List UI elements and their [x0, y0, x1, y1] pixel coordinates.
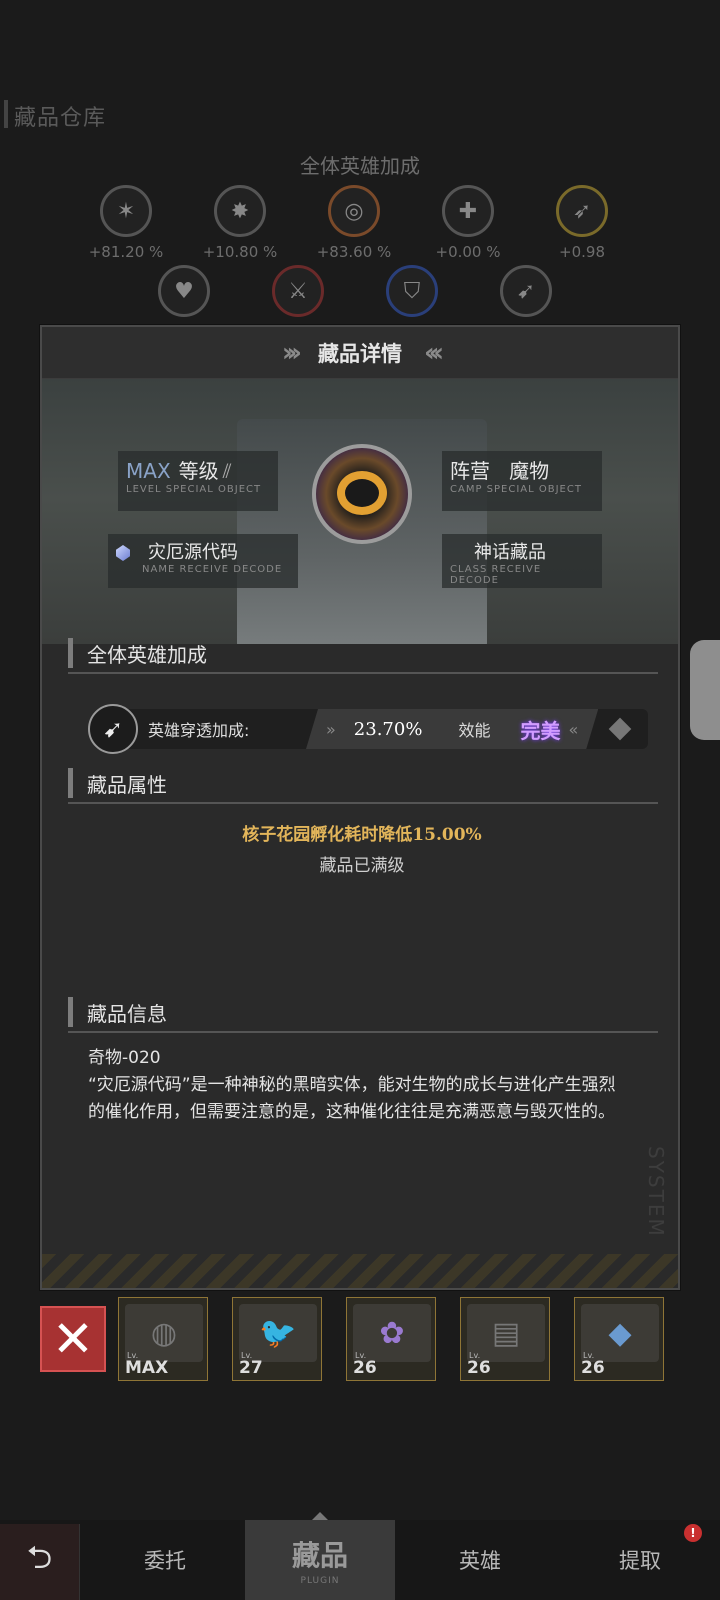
item-level: 27: [239, 1358, 263, 1378]
item-class: 神话藏品: [474, 542, 546, 563]
name-sub: NAME RECEIVE DECODE: [142, 564, 283, 575]
bonus-stat[interactable]: ◎ +83.60 %: [304, 185, 404, 261]
item-level: 26: [467, 1358, 491, 1378]
chevron-right-icon: ›››: [281, 337, 302, 368]
item-level: 26: [353, 1358, 377, 1378]
double-arrow-left-icon: «: [568, 719, 579, 739]
bonus-stat[interactable]: ➹: [476, 265, 576, 317]
item-name: 灾厄源代码: [148, 542, 238, 563]
target-icon: ◎: [328, 185, 380, 237]
efficacy-label: 效能: [458, 721, 491, 740]
faction-value: 魔物: [509, 459, 550, 483]
faction-panel: 阵营 魔物 CAMP SPECIAL OBJECT: [442, 451, 602, 511]
item-showcase: MAX 等级 ⫽ LEVEL SPECIAL OBJECT 阵营 魔物 CAMP S…: [42, 379, 678, 644]
attribute-effect: 核子花园孵化耗时降低15.00%: [242, 825, 482, 845]
pierce-icon: ➹: [88, 704, 138, 754]
level-tag: MAX: [126, 459, 171, 483]
bottom-nav: ⮌ 委托 藏品 PLUGIN 英雄 提取: [0, 1512, 720, 1600]
close-button[interactable]: ✕: [40, 1306, 106, 1372]
section-heading-attr: 藏品属性: [68, 764, 658, 804]
level-panel: MAX 等级 ⫽ LEVEL SPECIAL OBJECT: [118, 451, 278, 511]
system-watermark: SYSTEM: [644, 1146, 668, 1238]
efficacy-rank: 完美: [520, 718, 561, 743]
scroll-fade: [88, 1153, 628, 1177]
item-card[interactable]: ✿ Lv. 26: [346, 1297, 436, 1381]
close-icon: ✕: [52, 1310, 94, 1368]
tab-collection[interactable]: 藏品 PLUGIN: [245, 1512, 395, 1600]
chevron-left-icon: ‹‹‹: [424, 337, 444, 368]
bonus-stat[interactable]: ✶ +81.20 %: [76, 185, 176, 261]
item-detail-modal: ››› 藏品详情 ‹‹‹ MAX 等级 ⫽ LEVEL SPECIAL OBJECT…: [40, 325, 680, 1290]
scrollbar-handle[interactable]: [690, 640, 720, 740]
level-sub: LEVEL SPECIAL OBJECT: [126, 484, 262, 495]
diamond-icon[interactable]: [608, 717, 632, 741]
shield-icon: ⛉: [386, 265, 438, 317]
heal-icon: ✚: [442, 185, 494, 237]
section-heading-info: 藏品信息: [68, 993, 658, 1033]
bonus-stat[interactable]: ⛉: [362, 265, 462, 317]
item-description: 奇物-020 “灾厄源代码”是一种神秘的黑暗实体，能对生物的成长与进化产生强烈的…: [88, 1045, 628, 1126]
bonus-subtitle: 全体英雄加成: [300, 154, 420, 178]
back-button[interactable]: ⮌: [0, 1524, 80, 1600]
bonus-stat[interactable]: ✚ +0.00 %: [418, 185, 518, 261]
bonus-stat[interactable]: ⚔: [248, 265, 348, 317]
faction-label: 阵营: [450, 459, 490, 483]
stripe-icon: ⫽: [222, 459, 232, 483]
item-card[interactable]: ▤ Lv. 26: [460, 1297, 550, 1381]
item-artwork-core: [337, 471, 387, 515]
modal-header: ››› 藏品详情 ‹‹‹: [42, 327, 678, 379]
tab-commission[interactable]: 委托: [95, 1520, 235, 1600]
item-level: MAX: [125, 1358, 169, 1378]
pierce-icon: ➹: [500, 265, 552, 317]
tab-heroes[interactable]: 英雄: [405, 1520, 555, 1600]
faction-sub: CAMP SPECIAL OBJECT: [450, 484, 582, 495]
bonus-bar: 英雄穿透加成: » 23.70% 效能 完美 «: [124, 709, 648, 749]
notification-badge: !: [684, 1524, 702, 1542]
name-panel: 灾厄源代码 NAME RECEIVE DECODE: [108, 534, 298, 588]
bonus-stat[interactable]: ➶ +0.98: [532, 185, 632, 261]
modal-title: 藏品详情: [318, 341, 402, 366]
bonus-stat[interactable]: ✸ +10.80 %: [190, 185, 290, 261]
class-panel: 神话藏品 CLASS RECEIVE DECODE: [442, 534, 602, 588]
double-arrow-icon: »: [326, 719, 336, 739]
sword-icon: ⚔: [272, 265, 324, 317]
item-card[interactable]: ◍ Lv. MAX: [118, 1297, 208, 1381]
attribute-status: 藏品已满级: [319, 856, 405, 876]
item-card[interactable]: ◆ Lv. 26: [574, 1297, 664, 1381]
bonus-row: ➹ 英雄穿透加成: » 23.70% 效能 完美 «: [88, 703, 648, 755]
bonus-value: 23.70%: [353, 718, 423, 740]
heart-icon: ♥: [158, 265, 210, 317]
claw-icon: ✶: [100, 185, 152, 237]
bonus-label: 英雄穿透加成:: [148, 721, 250, 740]
bonus-value-panel: » 23.70% 效能 完美 «: [306, 709, 598, 749]
level-label: 等级: [178, 459, 219, 483]
section-heading-bonus: 全体英雄加成: [68, 634, 658, 674]
item-level: 26: [581, 1358, 605, 1378]
item-card[interactable]: 🐦 Lv. 27: [232, 1297, 322, 1381]
back-arrow-icon: ⮌: [26, 1538, 53, 1576]
page-title: 藏品仓库: [3, 100, 106, 132]
item-id: 奇物-020: [88, 1048, 161, 1068]
runner-icon: ➶: [556, 185, 608, 237]
burst-icon: ✸: [214, 185, 266, 237]
hazard-stripe: [42, 1254, 678, 1288]
bonus-stat[interactable]: ♥: [134, 265, 234, 317]
class-sub: CLASS RECEIVE DECODE: [450, 564, 542, 586]
item-lore: “灾厄源代码”是一种神秘的黑暗实体，能对生物的成长与进化产生强烈的催化作用，但需…: [88, 1075, 616, 1122]
gem-icon: [116, 545, 130, 561]
